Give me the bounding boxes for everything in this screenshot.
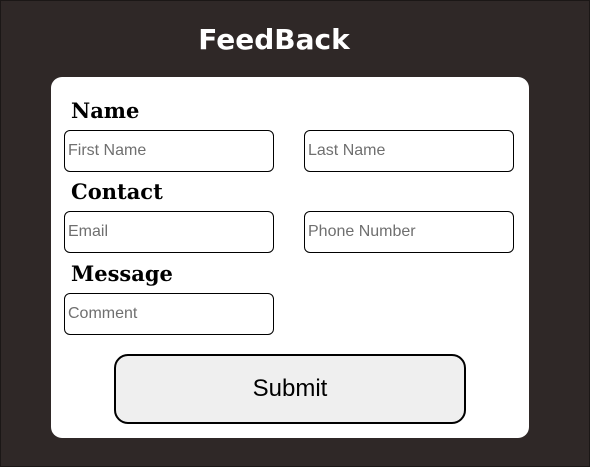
name-section-label: Name xyxy=(71,98,140,123)
contact-section-label: Contact xyxy=(71,179,163,204)
first-name-input[interactable] xyxy=(64,130,274,172)
last-name-input[interactable] xyxy=(304,130,514,172)
page-title: FeedBack xyxy=(198,23,350,56)
submit-button[interactable]: Submit xyxy=(114,354,466,424)
feedback-form-card: Name Contact Message Submit xyxy=(51,77,529,438)
message-section-label: Message xyxy=(71,261,173,286)
comment-input[interactable] xyxy=(64,293,274,335)
phone-number-input[interactable] xyxy=(304,211,514,253)
email-input[interactable] xyxy=(64,211,274,253)
